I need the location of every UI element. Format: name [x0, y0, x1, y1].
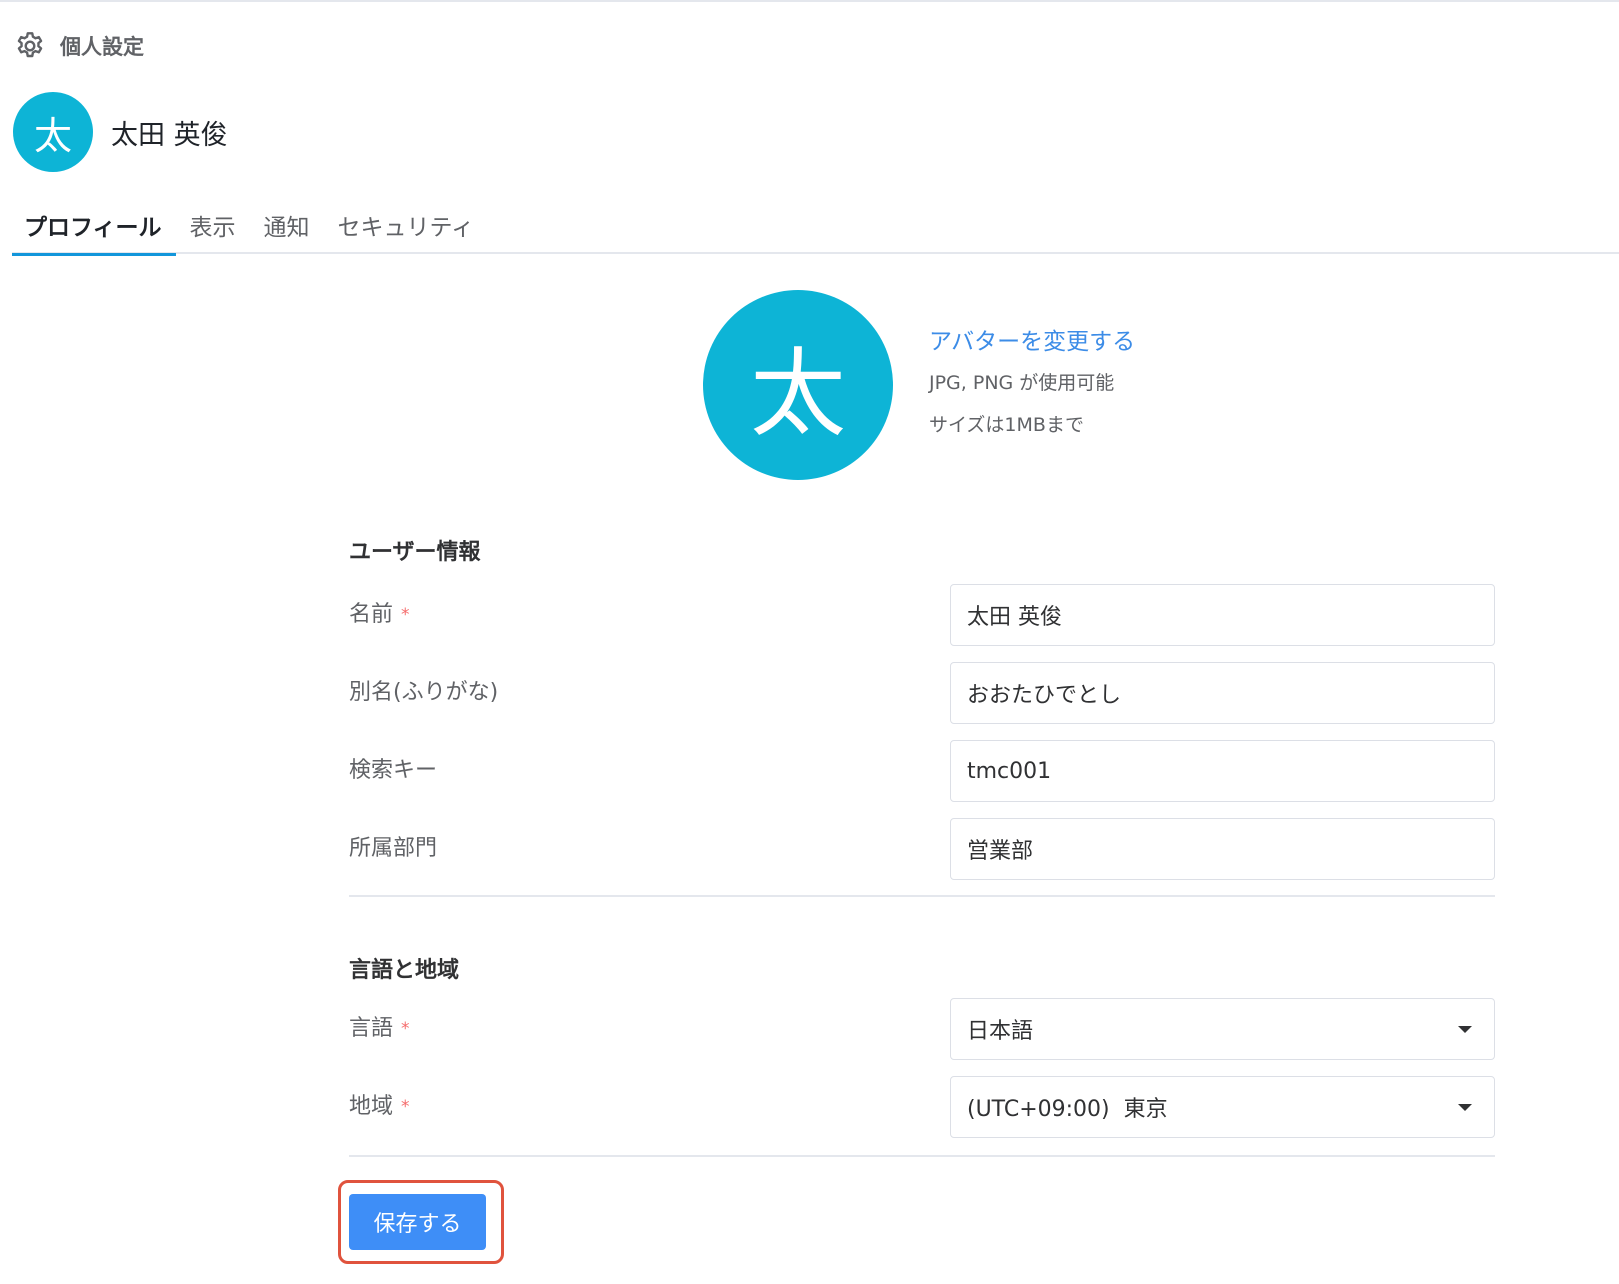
user-info-title: ユーザー情報: [349, 540, 481, 565]
language-select[interactable]: 日本語: [950, 998, 1495, 1060]
language-row: 言語 * 日本語: [349, 998, 1495, 1060]
settings-tabs: プロフィール 表示 通知 セキュリティ: [12, 196, 1619, 256]
search-key-label: 検索キー: [349, 758, 438, 783]
name-input[interactable]: [950, 584, 1495, 646]
user-info-section: ユーザー情報 名前* 別名(ふりがな) 検索キー 所属部門: [349, 534, 1495, 894]
name-row: 名前 *: [349, 584, 1495, 646]
region-select[interactable]: (UTC+09:00) 東京: [950, 1076, 1495, 1138]
avatar-section: 太 アバターを変更する JPG, PNG が使用可能 サイズは1MBまで: [703, 290, 1135, 480]
user-summary: 太 太田 英俊: [13, 92, 228, 172]
name-label: 名前 *: [349, 602, 410, 627]
gear-icon: [14, 30, 46, 62]
page-header: 個人設定: [14, 28, 144, 64]
caret-down-icon: [1458, 1104, 1472, 1111]
department-label: 所属部門: [349, 836, 438, 861]
locale-title: 言語と地域: [349, 958, 460, 983]
avatar: 太: [13, 92, 93, 172]
tab-notifications[interactable]: 通知: [250, 196, 324, 254]
avatar-format-hint: JPG, PNG が使用可能: [929, 372, 1115, 394]
section-divider: [349, 1155, 1495, 1157]
region-label: 地域 *: [349, 1094, 410, 1119]
furigana-row: 別名(ふりがな): [349, 662, 1495, 724]
language-label: 言語 *: [349, 1016, 410, 1041]
top-border: [0, 0, 1619, 2]
search-key-row: 検索キー: [349, 740, 1495, 802]
avatar-size-hint: サイズは1MBまで: [929, 414, 1084, 436]
search-key-input[interactable]: [950, 740, 1495, 802]
tab-security[interactable]: セキュリティ: [324, 196, 489, 254]
region-row: 地域 * (UTC+09:00) 東京: [349, 1076, 1495, 1138]
region-value: (UTC+09:00) 東京: [967, 1097, 1168, 1122]
language-value: 日本語: [967, 1019, 1034, 1044]
locale-section: 言語と地域 言語 * 日本語 地域 * (UTC+09:00) 東京: [349, 952, 1495, 1142]
required-mark: *: [401, 1019, 410, 1039]
change-avatar-link[interactable]: アバターを変更する: [929, 326, 1135, 358]
required-mark: *: [401, 605, 410, 625]
caret-down-icon: [1458, 1026, 1472, 1033]
furigana-input[interactable]: [950, 662, 1495, 724]
department-input[interactable]: [950, 818, 1495, 880]
avatar-info: アバターを変更する JPG, PNG が使用可能 サイズは1MBまで: [929, 326, 1135, 480]
furigana-label: 別名(ふりがな): [349, 680, 499, 705]
department-row: 所属部門: [349, 818, 1495, 880]
page-title: 個人設定: [60, 35, 144, 59]
avatar-large: 太: [703, 290, 893, 480]
tab-profile[interactable]: プロフィール: [12, 196, 176, 256]
required-mark: *: [401, 1097, 410, 1117]
section-divider: [349, 895, 1495, 897]
tab-display[interactable]: 表示: [176, 196, 250, 254]
save-button[interactable]: 保存する: [349, 1194, 486, 1250]
user-name: 太田 英俊: [111, 119, 228, 151]
